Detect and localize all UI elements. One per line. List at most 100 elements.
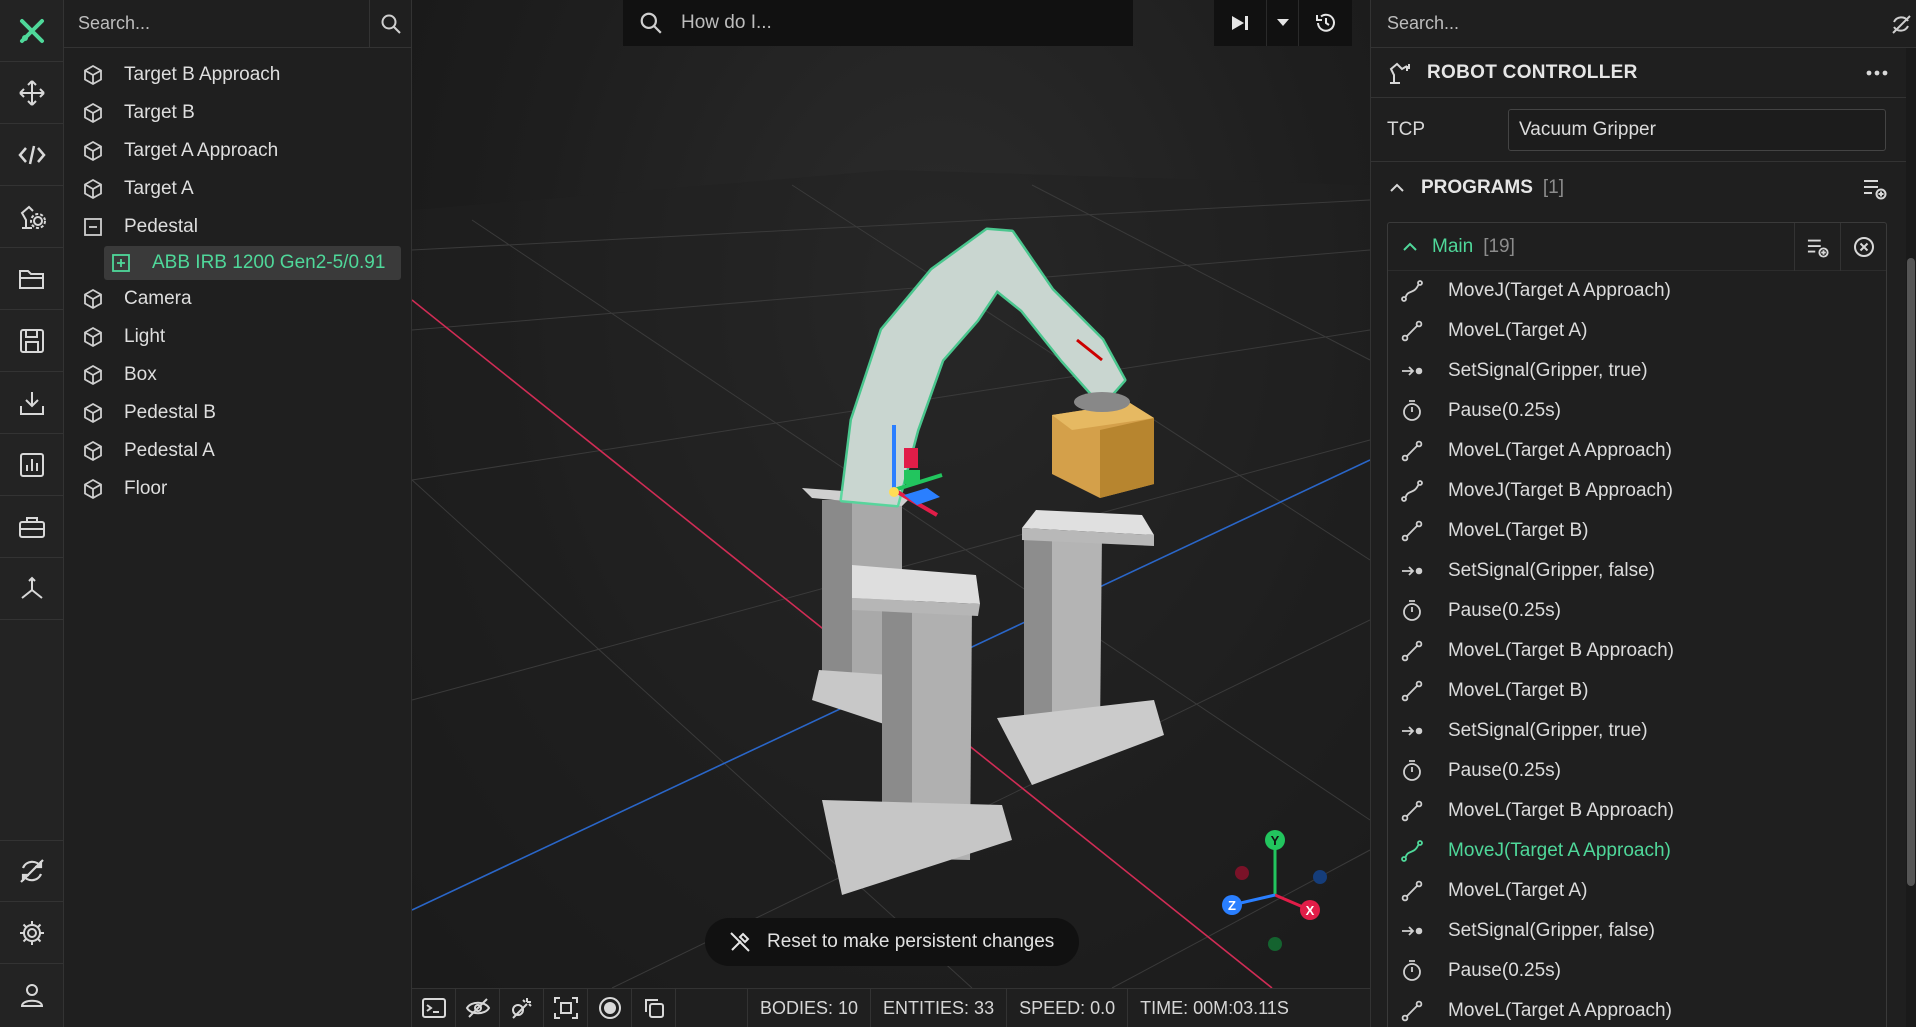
- axes-icon[interactable]: [0, 558, 64, 620]
- tree-item-light[interactable]: Light: [64, 318, 411, 356]
- controller-title: ROBOT CONTROLLER: [1427, 61, 1638, 83]
- status-spacer: [676, 988, 748, 1027]
- copy-icon[interactable]: [632, 988, 676, 1027]
- statement-text: MoveL(Target B Approach): [1448, 800, 1675, 821]
- program-statement[interactable]: Pause(0.25s): [1388, 951, 1886, 991]
- app-root: Target B Approach Target B Target A Approa…: [0, 0, 1916, 1027]
- program-statement[interactable]: SetSignal(Gripper, false): [1388, 911, 1886, 951]
- tree-item-pedestal[interactable]: Pedestal: [64, 208, 411, 246]
- visibility-off-icon[interactable]: [456, 988, 500, 1027]
- program-statement[interactable]: SetSignal(Gripper, true): [1388, 351, 1886, 391]
- program-count: [19]: [1483, 235, 1515, 257]
- reset-toast[interactable]: Reset to make persistent changes: [705, 918, 1079, 966]
- code-icon[interactable]: [0, 124, 64, 186]
- console-icon[interactable]: [412, 988, 456, 1027]
- scrollbar-thumb[interactable]: [1907, 258, 1915, 886]
- programs-header[interactable]: PROGRAMS [1]: [1371, 162, 1916, 214]
- playback-dropdown-button[interactable]: [1266, 0, 1298, 46]
- program-header[interactable]: Main [19]: [1388, 223, 1886, 271]
- tree-item-floor[interactable]: Floor: [64, 470, 411, 508]
- gizmo-x-label: X: [1306, 903, 1315, 918]
- statement-text: Pause(0.25s): [1448, 400, 1562, 421]
- movej-icon: [1400, 479, 1436, 503]
- tree-item-target-a[interactable]: Target A: [64, 170, 411, 208]
- user-icon[interactable]: [0, 964, 64, 1026]
- statement-text: MoveL(Target A): [1448, 320, 1588, 341]
- step-forward-button[interactable]: [1214, 0, 1266, 46]
- program-statement[interactable]: MoveL(Target A): [1388, 871, 1886, 911]
- add-statement-icon[interactable]: [1794, 223, 1840, 271]
- scene-tree-list: Target B Approach Target B Target A Approa…: [64, 48, 411, 508]
- program-statement[interactable]: MoveL(Target A Approach): [1388, 431, 1886, 471]
- cube-icon: [82, 64, 114, 86]
- scene-search-input[interactable]: [64, 0, 369, 48]
- program-statement[interactable]: SetSignal(Gripper, false): [1388, 551, 1886, 591]
- program-statement[interactable]: MoveL(Target B Approach): [1388, 631, 1886, 671]
- move-icon[interactable]: [0, 62, 64, 124]
- logo-icon[interactable]: [0, 0, 64, 62]
- focus-frame-icon[interactable]: [544, 988, 588, 1027]
- tree-item-label: Pedestal B: [124, 402, 216, 423]
- history-button[interactable]: [1298, 0, 1352, 46]
- programs-count: [1]: [1542, 177, 1565, 198]
- tree-item-pedestal-a[interactable]: Pedestal A: [64, 432, 411, 470]
- movel-icon: [1400, 319, 1436, 343]
- status-bar: BODIES: 10 ENTITIES: 33 SPEED: 0.0 TIME:…: [412, 988, 1370, 1027]
- sync-icon[interactable]: [0, 840, 64, 902]
- signal-icon: [1400, 359, 1436, 383]
- save-icon[interactable]: [0, 310, 64, 372]
- more-options-icon[interactable]: [1866, 60, 1888, 86]
- tree-item-target-b-approach[interactable]: Target B Approach: [64, 56, 411, 94]
- statement-text: MoveJ(Target B Approach): [1448, 480, 1673, 501]
- tree-item-target-a-approach[interactable]: Target A Approach: [64, 132, 411, 170]
- chevron-up-icon: [1390, 183, 1404, 192]
- cube-icon: [82, 440, 114, 462]
- program-statement[interactable]: MoveL(Target B Approach): [1388, 791, 1886, 831]
- magic-select-icon[interactable]: [500, 988, 544, 1027]
- entities-count: ENTITIES: 33: [871, 988, 1008, 1027]
- record-icon[interactable]: [588, 988, 632, 1027]
- add-program-icon[interactable]: [1862, 176, 1888, 206]
- cube-icon: [82, 102, 114, 124]
- program-statement[interactable]: Pause(0.25s): [1388, 591, 1886, 631]
- program-statement[interactable]: MoveJ(Target B Approach): [1388, 471, 1886, 511]
- tree-item-target-b[interactable]: Target B: [64, 94, 411, 132]
- tree-item-camera[interactable]: Camera: [64, 280, 411, 318]
- 3d-viewport[interactable]: Y X Z Reset to make persistent changes: [412, 0, 1370, 988]
- cube-icon: [82, 140, 114, 162]
- search-icon: [640, 12, 662, 34]
- tree-item-box[interactable]: Box: [64, 356, 411, 394]
- tree-item-label: Floor: [124, 478, 168, 499]
- robot-settings-icon[interactable]: [0, 186, 64, 248]
- close-program-icon[interactable]: [1840, 223, 1886, 271]
- movej-icon: [1400, 279, 1436, 303]
- help-search-input[interactable]: [681, 12, 1081, 34]
- program-statement[interactable]: MoveL(Target A): [1388, 311, 1886, 351]
- sync-off-icon[interactable]: [1886, 0, 1916, 48]
- program-statement[interactable]: Pause(0.25s): [1388, 751, 1886, 791]
- tree-item-pedestal-b[interactable]: Pedestal B: [64, 394, 411, 432]
- statement-text: MoveL(Target A Approach): [1448, 440, 1672, 461]
- tree-item-abb-irb-1200-gen2-5-0-91[interactable]: ABB IRB 1200 Gen2-5/0.91: [104, 246, 401, 280]
- signal-icon: [1400, 919, 1436, 943]
- chart-icon[interactable]: [0, 434, 64, 496]
- statement-text: MoveJ(Target A Approach): [1448, 840, 1671, 861]
- program-statement[interactable]: Pause(0.25s): [1388, 391, 1886, 431]
- program-statement[interactable]: MoveL(Target B): [1388, 511, 1886, 551]
- program-statement[interactable]: MoveJ(Target A Approach): [1388, 831, 1886, 871]
- speed-readout: SPEED: 0.0: [1007, 988, 1129, 1027]
- toolbox-icon[interactable]: [0, 496, 64, 558]
- download-icon[interactable]: [0, 372, 64, 434]
- program-statement[interactable]: MoveJ(Target A Approach): [1388, 271, 1886, 311]
- tcp-select[interactable]: Vacuum Gripper: [1508, 108, 1886, 151]
- cube-icon: [82, 402, 114, 424]
- robot-arm-icon: [1389, 62, 1410, 84]
- program-statement[interactable]: MoveL(Target B): [1388, 671, 1886, 711]
- program-statement[interactable]: SetSignal(Gripper, true): [1388, 711, 1886, 751]
- folder-icon[interactable]: [0, 248, 64, 310]
- properties-search-input[interactable]: [1371, 0, 1886, 48]
- gear-icon[interactable]: [0, 902, 64, 964]
- search-icon[interactable]: [369, 0, 411, 48]
- program-statement[interactable]: MoveL(Target A Approach): [1388, 991, 1886, 1027]
- scrollbar[interactable]: [1906, 48, 1916, 1027]
